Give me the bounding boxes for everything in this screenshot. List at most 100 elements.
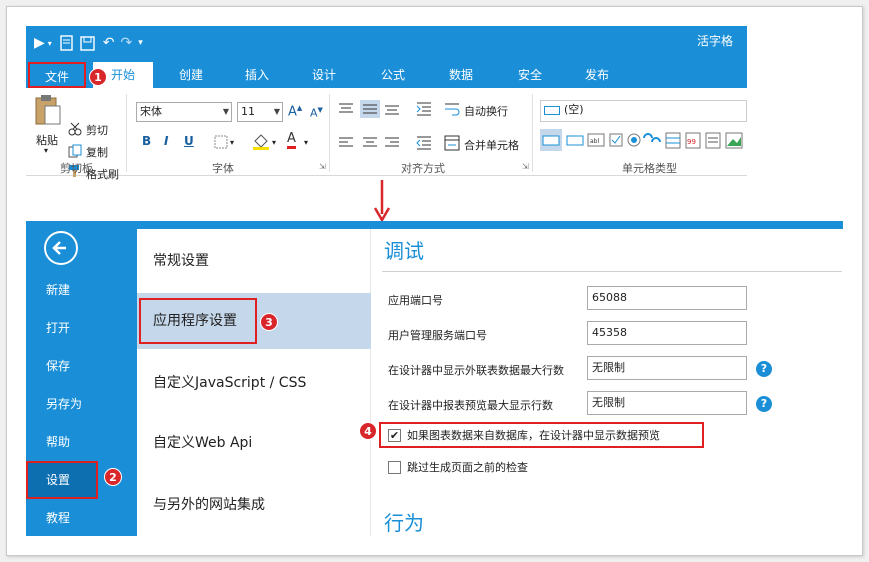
skip-check-checkbox[interactable]	[388, 460, 401, 474]
cell-type-group-label: 单元格类型	[622, 162, 677, 175]
alignment-group-label: 对齐方式	[401, 162, 445, 175]
tab-publish[interactable]: 发布	[567, 62, 627, 88]
menu-item-custom-js-css[interactable]: 自定义JavaScript / CSS	[137, 355, 371, 411]
app-title: 活字格	[696, 34, 733, 48]
merge-cells-button[interactable]: 合并单元格	[464, 137, 519, 153]
skip-check-label: 跳过生成页面之前的检查	[407, 461, 528, 474]
step-badge-4: 4	[359, 422, 377, 440]
back-button[interactable]	[44, 231, 78, 265]
align-middle-icon[interactable]	[360, 100, 380, 118]
tab-design[interactable]: 设计	[294, 62, 354, 88]
down-arrow-icon	[374, 180, 390, 222]
outdent-icon[interactable]	[416, 135, 432, 151]
shrink-font-icon[interactable]: A▼	[310, 106, 323, 120]
menu-item-custom-web-api[interactable]: 自定义Web Api	[137, 415, 371, 471]
customize-qa-icon[interactable]: ▾	[138, 38, 143, 48]
italic-icon[interactable]: I	[164, 134, 168, 148]
tab-create[interactable]: 创建	[161, 62, 221, 88]
font-group-label: 字体	[212, 162, 234, 175]
clipboard-group-label: 剪切板	[60, 162, 93, 175]
underline-icon[interactable]: U	[184, 134, 194, 148]
menu-item-general[interactable]: 常规设置	[137, 233, 371, 289]
font-size-select[interactable]: 11 ▼	[237, 102, 283, 122]
external-table-max-rows-label: 在设计器中显示外联表数据最大行数	[388, 364, 564, 377]
paste-dropdown-icon[interactable]: ▾	[44, 146, 48, 155]
copy-button[interactable]: 复制	[86, 144, 108, 160]
help-icon[interactable]: ?	[756, 361, 772, 377]
font-dialog-launcher-icon[interactable]: ⇲	[319, 162, 326, 171]
step-badge-3: 3	[260, 313, 278, 331]
run-dropdown-icon[interactable]: ▾	[48, 39, 52, 48]
align-top-icon[interactable]	[338, 102, 354, 116]
align-bottom-icon[interactable]	[384, 102, 400, 116]
cut-icon[interactable]	[68, 122, 82, 136]
group-separator	[126, 94, 127, 172]
tab-formula[interactable]: 公式	[363, 62, 423, 88]
external-table-max-rows-input[interactable]: 无限制	[587, 356, 747, 380]
chart-preview-checkbox-row[interactable]: ✔ 如果图表数据来自数据库，在设计器中显示数据预览	[388, 426, 660, 444]
font-color-icon[interactable]: A	[287, 132, 296, 149]
skip-check-checkbox-row[interactable]: 跳过生成页面之前的检查	[388, 458, 528, 476]
ribbon-tab-bar: 文件 开始 创建 插入 设计 公式 数据 安全 发布	[26, 62, 747, 88]
bold-icon[interactable]: B	[142, 134, 151, 148]
cell-type-current[interactable]: (空)	[540, 100, 747, 122]
backstage-view: 新建 打开 保存 另存为 帮助 设置 教程 常规设置 应用程序设置 自定义Jav…	[26, 221, 843, 536]
align-center-icon[interactable]	[362, 136, 378, 150]
nav-item-save-as[interactable]: 另存为	[26, 389, 137, 419]
nav-item-new[interactable]: 新建	[26, 275, 137, 305]
font-name-select[interactable]: 宋体 ▼	[136, 102, 232, 122]
chart-preview-label: 如果图表数据来自数据库，在设计器中显示数据预览	[407, 429, 660, 442]
empty-cell-icon	[544, 105, 560, 115]
quick-access-toolbar: ▶ ▾ ↶ ↷ ▾	[34, 32, 143, 54]
paste-icon[interactable]	[34, 94, 62, 126]
backstage-top-bar	[26, 221, 843, 229]
chart-preview-checkbox[interactable]: ✔	[388, 428, 401, 442]
tab-data[interactable]: 数据	[431, 62, 491, 88]
back-arrow-icon	[52, 241, 66, 255]
ribbon-body: 粘贴 ▾ 剪切 复制 格式刷 宋体 ▼ 11 ▼ A▲ A▼ B I U ▾ ▾ A…	[26, 88, 747, 181]
nav-item-help[interactable]: 帮助	[26, 427, 137, 457]
cut-button[interactable]: 剪切	[86, 122, 108, 138]
undo-icon[interactable]: ↶	[103, 35, 115, 51]
grow-font-icon[interactable]: A▲	[288, 104, 302, 119]
menu-item-site-integration[interactable]: 与另外的网站集成	[137, 477, 371, 533]
copy-icon[interactable]	[68, 144, 82, 158]
svg-text:99: 99	[687, 138, 696, 146]
help-icon[interactable]: ?	[756, 396, 772, 412]
section-divider	[382, 271, 842, 272]
report-preview-max-rows-input[interactable]: 无限制	[587, 391, 747, 415]
run-icon[interactable]: ▶	[34, 35, 45, 51]
border-icon[interactable]	[214, 135, 228, 149]
tab-security[interactable]: 安全	[500, 62, 560, 88]
highlight-box	[139, 298, 257, 344]
chevron-down-icon[interactable]: ▾	[272, 138, 276, 147]
fill-color-icon[interactable]	[252, 133, 270, 151]
wrap-text-button[interactable]: 自动换行	[464, 103, 508, 119]
settings-menu: 常规设置 应用程序设置 自定义JavaScript / CSS 自定义Web A…	[137, 229, 371, 536]
new-page-icon[interactable]	[60, 35, 74, 51]
chevron-down-icon[interactable]: ▾	[304, 138, 308, 147]
save-icon[interactable]	[80, 35, 95, 51]
cell-type-gallery: abl 99	[540, 128, 747, 154]
align-left-icon[interactable]	[338, 136, 354, 150]
user-service-port-input[interactable]: 45358	[587, 321, 747, 345]
nav-item-open[interactable]: 打开	[26, 313, 137, 343]
nav-item-save[interactable]: 保存	[26, 351, 137, 381]
tab-insert[interactable]: 插入	[227, 62, 287, 88]
chevron-down-icon: ▼	[222, 107, 229, 116]
indent-icon[interactable]	[416, 101, 432, 117]
merge-cells-icon[interactable]	[444, 135, 460, 151]
menu-item-app-settings[interactable]: 应用程序设置	[137, 293, 371, 349]
nav-item-settings[interactable]: 设置	[26, 461, 98, 499]
align-right-icon[interactable]	[384, 136, 400, 150]
nav-item-tutorial[interactable]: 教程	[26, 503, 137, 533]
wrap-text-icon[interactable]	[444, 101, 460, 117]
alignment-dialog-launcher-icon[interactable]: ⇲	[522, 162, 529, 171]
chevron-down-icon[interactable]: ▾	[230, 138, 234, 147]
tab-file[interactable]: 文件	[28, 62, 86, 88]
step-badge-1: 1	[89, 68, 107, 86]
title-bar: ▶ ▾ ↶ ↷ ▾ 活字格	[26, 26, 747, 62]
report-preview-max-rows-label: 在设计器中报表预览最大显示行数	[388, 399, 553, 412]
redo-icon[interactable]: ↷	[121, 35, 133, 51]
app-port-input[interactable]: 65088	[587, 286, 747, 310]
